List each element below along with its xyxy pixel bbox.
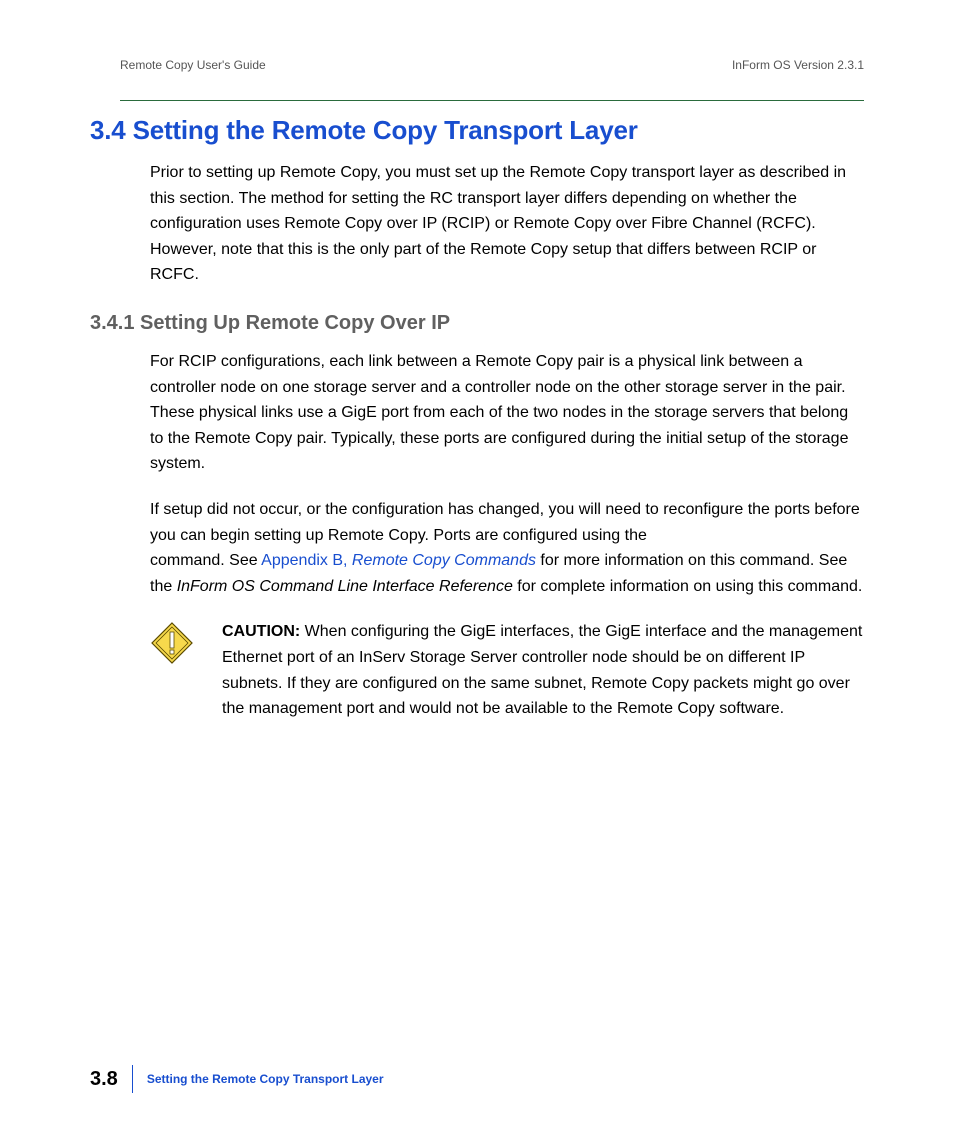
subsection-paragraph-2: If setup did not occur, or the configura…: [150, 497, 864, 599]
header-rule: [120, 100, 864, 101]
page-footer: 3.8 Setting the Remote Copy Transport La…: [90, 1065, 384, 1093]
caution-block: CAUTION: When configuring the GigE inter…: [150, 619, 864, 721]
caution-text: CAUTION: When configuring the GigE inter…: [222, 619, 864, 721]
appendix-link[interactable]: Appendix B,: [261, 552, 352, 569]
reference-title: InForm OS Command Line Interface Referen…: [177, 578, 513, 595]
header-right: InForm OS Version 2.3.1: [732, 58, 864, 72]
page-number: 3.8: [90, 1068, 118, 1091]
caution-icon: [150, 621, 194, 676]
appendix-link-title[interactable]: Remote Copy Commands: [352, 552, 536, 569]
header-left: Remote Copy User's Guide: [120, 58, 266, 72]
footer-section-title: Setting the Remote Copy Transport Layer: [147, 1072, 384, 1086]
section-heading: 3.4 Setting the Remote Copy Transport La…: [90, 115, 864, 146]
caution-label: CAUTION:: [222, 623, 300, 640]
p2-text-b: command. See: [150, 552, 261, 569]
footer-divider: [132, 1065, 133, 1093]
running-header: Remote Copy User's Guide InForm OS Versi…: [120, 58, 864, 72]
document-page: Remote Copy User's Guide InForm OS Versi…: [0, 0, 954, 1145]
subsection-heading: 3.4.1 Setting Up Remote Copy Over IP: [90, 312, 864, 335]
p2-text-d: for complete information on using this c…: [513, 578, 863, 595]
caution-body: When configuring the GigE interfaces, th…: [222, 623, 862, 717]
section-intro-paragraph: Prior to setting up Remote Copy, you mus…: [150, 160, 864, 288]
p2-command-placeholder: [651, 527, 815, 544]
subsection-paragraph-1: For RCIP configurations, each link betwe…: [150, 349, 864, 477]
